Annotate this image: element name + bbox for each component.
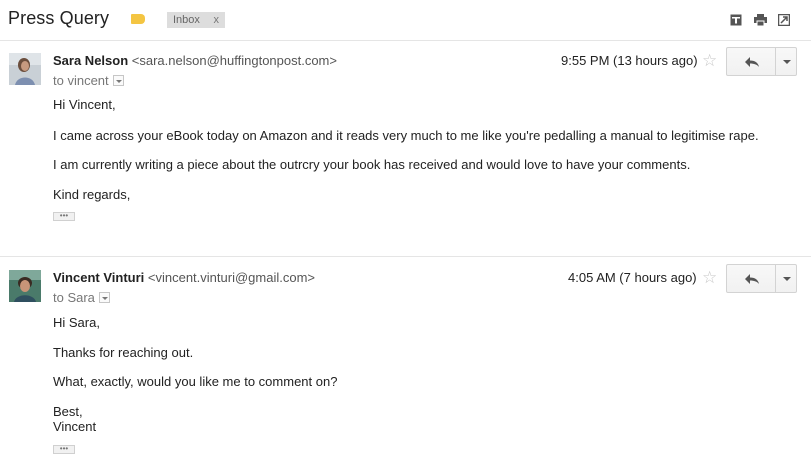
body-line: Hi Sara, bbox=[53, 315, 100, 330]
thread-subject: Press Query bbox=[8, 8, 110, 28]
reply-button[interactable] bbox=[726, 47, 776, 76]
body-line: Thanks for reaching out. bbox=[53, 345, 194, 360]
sender-email: <sara.nelson@huffingtonpost.com> bbox=[131, 53, 337, 68]
message-2: Vincent Vinturi <vincent.vinturi@gmail.c… bbox=[0, 258, 811, 466]
body-line: Hi Vincent, bbox=[53, 97, 116, 112]
reply-arrow-icon bbox=[745, 274, 759, 284]
message-time[interactable]: 4:05 AM (7 hours ago) bbox=[568, 270, 697, 285]
show-details-dropdown-icon[interactable] bbox=[98, 292, 110, 303]
avatar[interactable] bbox=[9, 53, 41, 85]
inbox-label-text: Inbox bbox=[173, 14, 200, 26]
recipient-text: to vincent bbox=[53, 73, 109, 88]
star-icon[interactable]: ☆ bbox=[702, 52, 717, 69]
body-line: Kind regards, bbox=[53, 187, 131, 202]
print-icon[interactable] bbox=[754, 14, 767, 26]
show-details-dropdown-icon[interactable] bbox=[112, 75, 124, 86]
show-trimmed-content-button[interactable]: ••• bbox=[53, 445, 75, 454]
recipient-line: to Sara bbox=[53, 290, 110, 305]
show-trimmed-content-button[interactable]: ••• bbox=[53, 212, 75, 221]
avatar[interactable] bbox=[9, 270, 41, 302]
body-line: Best, bbox=[53, 404, 83, 419]
important-label-icon[interactable] bbox=[131, 14, 145, 24]
reply-button[interactable] bbox=[726, 264, 776, 293]
archive-icon[interactable] bbox=[730, 14, 742, 26]
body-line: I came across your eBook today on Amazon… bbox=[53, 128, 759, 143]
open-new-window-icon[interactable] bbox=[778, 14, 790, 26]
inbox-label-chip[interactable]: Inbox x bbox=[167, 12, 225, 28]
more-actions-button[interactable] bbox=[775, 264, 797, 293]
body-line: Vincent bbox=[53, 419, 97, 434]
recipient-text: to Sara bbox=[53, 290, 95, 305]
reply-arrow-icon bbox=[745, 57, 759, 67]
star-icon[interactable]: ☆ bbox=[702, 269, 717, 286]
more-actions-button[interactable] bbox=[775, 47, 797, 76]
thread-header: Press Query Inbox x bbox=[0, 0, 811, 41]
recipient-line: to vincent bbox=[53, 73, 124, 88]
message-1: Sara Nelson <sara.nelson@huffingtonpost.… bbox=[0, 41, 811, 257]
sender-line: Vincent Vinturi <vincent.vinturi@gmail.c… bbox=[53, 270, 315, 285]
message-time[interactable]: 9:55 PM (13 hours ago) bbox=[561, 53, 698, 68]
body-line: What, exactly, would you like me to comm… bbox=[53, 374, 338, 389]
sender-email: <vincent.vinturi@gmail.com> bbox=[147, 270, 315, 285]
body-line: I am currently writing a piece about the… bbox=[53, 157, 691, 172]
sender-name[interactable]: Sara Nelson bbox=[53, 53, 128, 68]
sender-name[interactable]: Vincent Vinturi bbox=[53, 270, 144, 285]
remove-label-button[interactable]: x bbox=[214, 12, 220, 28]
sender-line: Sara Nelson <sara.nelson@huffingtonpost.… bbox=[53, 53, 337, 68]
